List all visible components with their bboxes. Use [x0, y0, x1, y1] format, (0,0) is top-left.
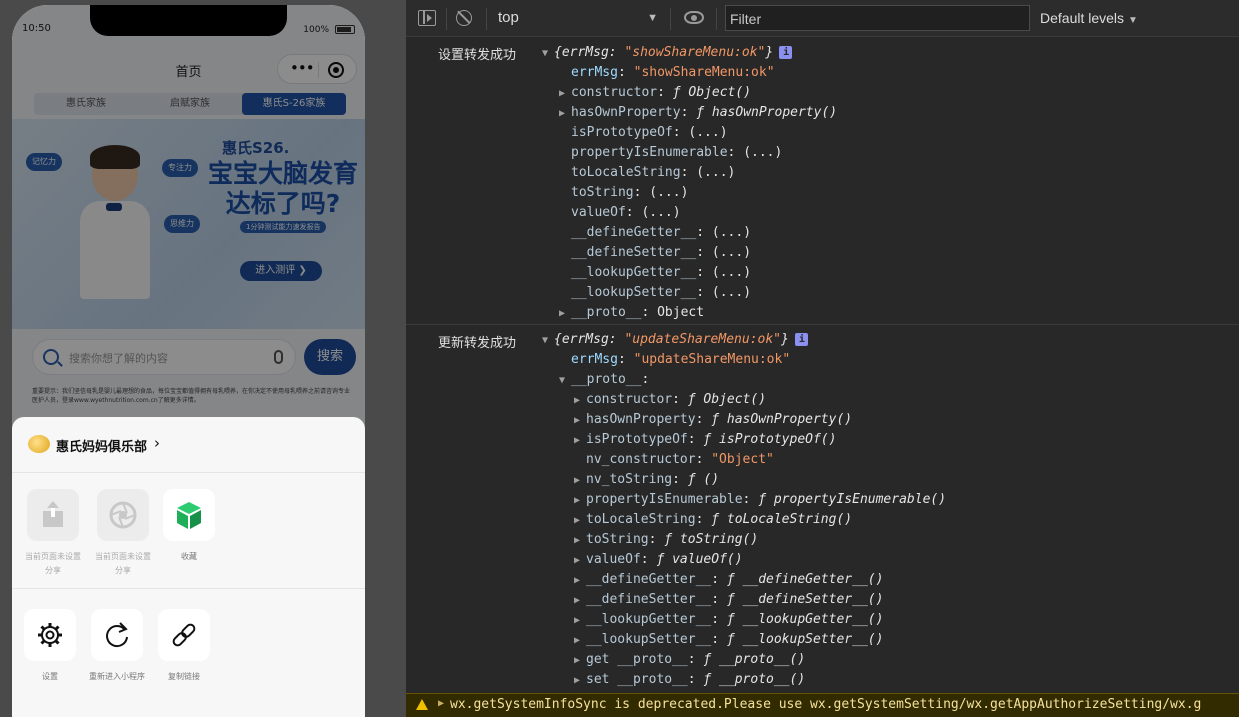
action-label: 重新进入小程序 [89, 672, 145, 681]
property-row[interactable]: valueOf: (...) [571, 203, 681, 223]
property-row[interactable]: ▶ hasOwnProperty: ƒ hasOwnProperty() [574, 410, 852, 430]
property-row: errMsg: "updateShareMenu:ok" [571, 352, 791, 367]
property-row[interactable]: ▶ __proto__: Object [559, 303, 704, 323]
dropdown-arrow-icon: ▼ [647, 12, 658, 24]
property-row[interactable]: ▶ __lookupSetter__: ƒ __lookupSetter__() [574, 630, 883, 650]
property-row[interactable]: ▶ toString: ƒ toString() [574, 530, 758, 550]
sidebar-toggle-icon[interactable] [418, 10, 436, 26]
info-badge-icon[interactable] [794, 330, 808, 350]
gear-icon [38, 623, 62, 647]
property-row[interactable]: ▶ __defineSetter__: ƒ __defineSetter__() [574, 590, 883, 610]
property-row[interactable]: ▶ set __proto__: ƒ __proto__() [574, 670, 805, 690]
system-actions-row: 设置 重新进入小程序 复制链接 [12, 593, 365, 709]
link-icon [172, 623, 196, 647]
context-selector[interactable]: top ▼ [498, 9, 658, 29]
chevron-right-icon: › [154, 434, 160, 452]
action-label: 设置 [42, 672, 58, 681]
live-expression-eye-icon[interactable] [684, 11, 704, 24]
console-message: 更新转发成功 ▼{errMsg: "updateShareMenu:ok"} e… [406, 326, 1239, 693]
property-row[interactable]: ▶ hasOwnProperty: ƒ hasOwnProperty() [559, 103, 837, 123]
console-message: 设置转发成功 ▼{errMsg: "showShareMenu:ok"} err… [406, 38, 1239, 325]
warning-text: wx.getSystemInfoSync is deprecated.Pleas… [450, 697, 1202, 712]
property-row[interactable]: ▶ valueOf: ƒ valueOf() [574, 550, 743, 570]
favorite-cube-icon [177, 502, 201, 529]
property-row[interactable]: ▶ __defineGetter__: ƒ __defineGetter__() [574, 570, 883, 590]
moments-icon [109, 501, 137, 529]
object-summary[interactable]: ▼ {errMsg: "showShareMenu:ok"} [542, 43, 793, 63]
deprecation-warning[interactable]: ▶ wx.getSystemInfoSync is deprecated.Ple… [406, 693, 1239, 717]
expand-triangle-icon: ▶ [438, 698, 445, 709]
object-summary[interactable]: ▼ {errMsg: "updateShareMenu:ok"} [542, 330, 808, 350]
share-to-moments-action[interactable]: 当前页面未设置分享 [88, 489, 158, 578]
share-actions-row: 当前页面未设置分享 当前页面未设置分享 收藏 [12, 473, 365, 589]
log-levels-dropdown[interactable]: Default levels ▼ [1040, 10, 1138, 26]
log-label: 设置转发成功 [438, 48, 517, 63]
property-row[interactable]: ▶ propertyIsEnumerable: ƒ propertyIsEnume… [574, 490, 946, 510]
property-row[interactable]: ▶ constructor: ƒ Object() [559, 83, 751, 103]
expand-triangle-icon: ▼ [542, 48, 549, 59]
property-row[interactable]: propertyIsEnumerable: (...) [571, 143, 782, 163]
property-row: errMsg: "showShareMenu:ok" [571, 65, 775, 80]
toolbar-divider [486, 8, 487, 30]
dropdown-arrow-icon: ▼ [1128, 15, 1138, 26]
expand-triangle-icon: ▼ [542, 335, 549, 346]
property-row[interactable]: __defineGetter__: (...) [571, 223, 751, 243]
club-entry[interactable]: 惠氏妈妈俱乐部 › [12, 417, 365, 473]
reload-icon [106, 622, 128, 648]
property-row[interactable]: toLocaleString: (...) [571, 163, 735, 183]
clear-console-icon[interactable] [456, 10, 472, 26]
property-row[interactable]: __lookupGetter__: (...) [571, 263, 751, 283]
copy-link-action[interactable]: 复制链接 [149, 609, 219, 684]
warning-icon [416, 699, 428, 710]
reenter-action[interactable]: 重新进入小程序 [82, 609, 152, 684]
property-row: nv_constructor: "Object" [586, 452, 774, 467]
club-name: 惠氏妈妈俱乐部 [56, 440, 148, 455]
club-logo-icon [28, 435, 50, 453]
property-row[interactable]: ▶ nv_toString: ƒ () [574, 470, 719, 490]
share-icon [43, 501, 63, 527]
property-row[interactable]: ▶ toLocaleString: ƒ toLocaleString() [574, 510, 852, 530]
share-action-sheet: 惠氏妈妈俱乐部 › 当前页面未设置分享 当前页面未设置分享 收藏 设置 重新进入… [12, 417, 365, 717]
property-row[interactable]: __defineSetter__: (...) [571, 243, 751, 263]
context-value: top [498, 9, 519, 26]
filter-input[interactable]: Filter [725, 5, 1030, 31]
property-row[interactable]: ▶ isPrototypeOf: ƒ isPrototypeOf() [574, 430, 836, 450]
property-row[interactable]: isPrototypeOf: (...) [571, 123, 728, 143]
log-label: 更新转发成功 [438, 336, 517, 351]
property-row[interactable]: ▶ constructor: ƒ Object() [574, 390, 766, 410]
favorite-action[interactable]: 收藏 [154, 489, 224, 564]
toolbar-divider [446, 8, 447, 30]
toolbar-divider [716, 8, 717, 30]
share-to-friend-action[interactable]: 当前页面未设置分享 [18, 489, 88, 578]
devtools-console: top ▼ Filter Default levels ▼ 设置转发成功 ▼ {er… [406, 0, 1239, 717]
settings-action[interactable]: 设置 [15, 609, 85, 684]
property-row[interactable]: __lookupSetter__: (...) [571, 283, 751, 303]
phone-simulator: 10:50 100% 首页 ••• 惠氏家族 启赋家族 惠氏S-26家族 记忆力… [12, 5, 365, 717]
action-label: 当前页面未设置分享 [25, 552, 81, 575]
toolbar-divider [670, 8, 671, 30]
property-row[interactable]: ▶ get __proto__: ƒ __proto__() [574, 650, 805, 670]
console-toolbar: top ▼ Filter Default levels ▼ [406, 0, 1239, 37]
action-label: 收藏 [181, 552, 197, 561]
log-levels-label: Default levels [1040, 10, 1125, 26]
info-badge-icon[interactable] [779, 43, 793, 63]
action-label: 当前页面未设置分享 [95, 552, 151, 575]
action-label: 复制链接 [168, 672, 200, 681]
property-row[interactable]: ▶ __lookupGetter__: ƒ __lookupGetter__() [574, 610, 883, 630]
property-row[interactable]: ▼ __proto__: [559, 370, 649, 390]
property-row[interactable]: toString: (...) [571, 183, 688, 203]
